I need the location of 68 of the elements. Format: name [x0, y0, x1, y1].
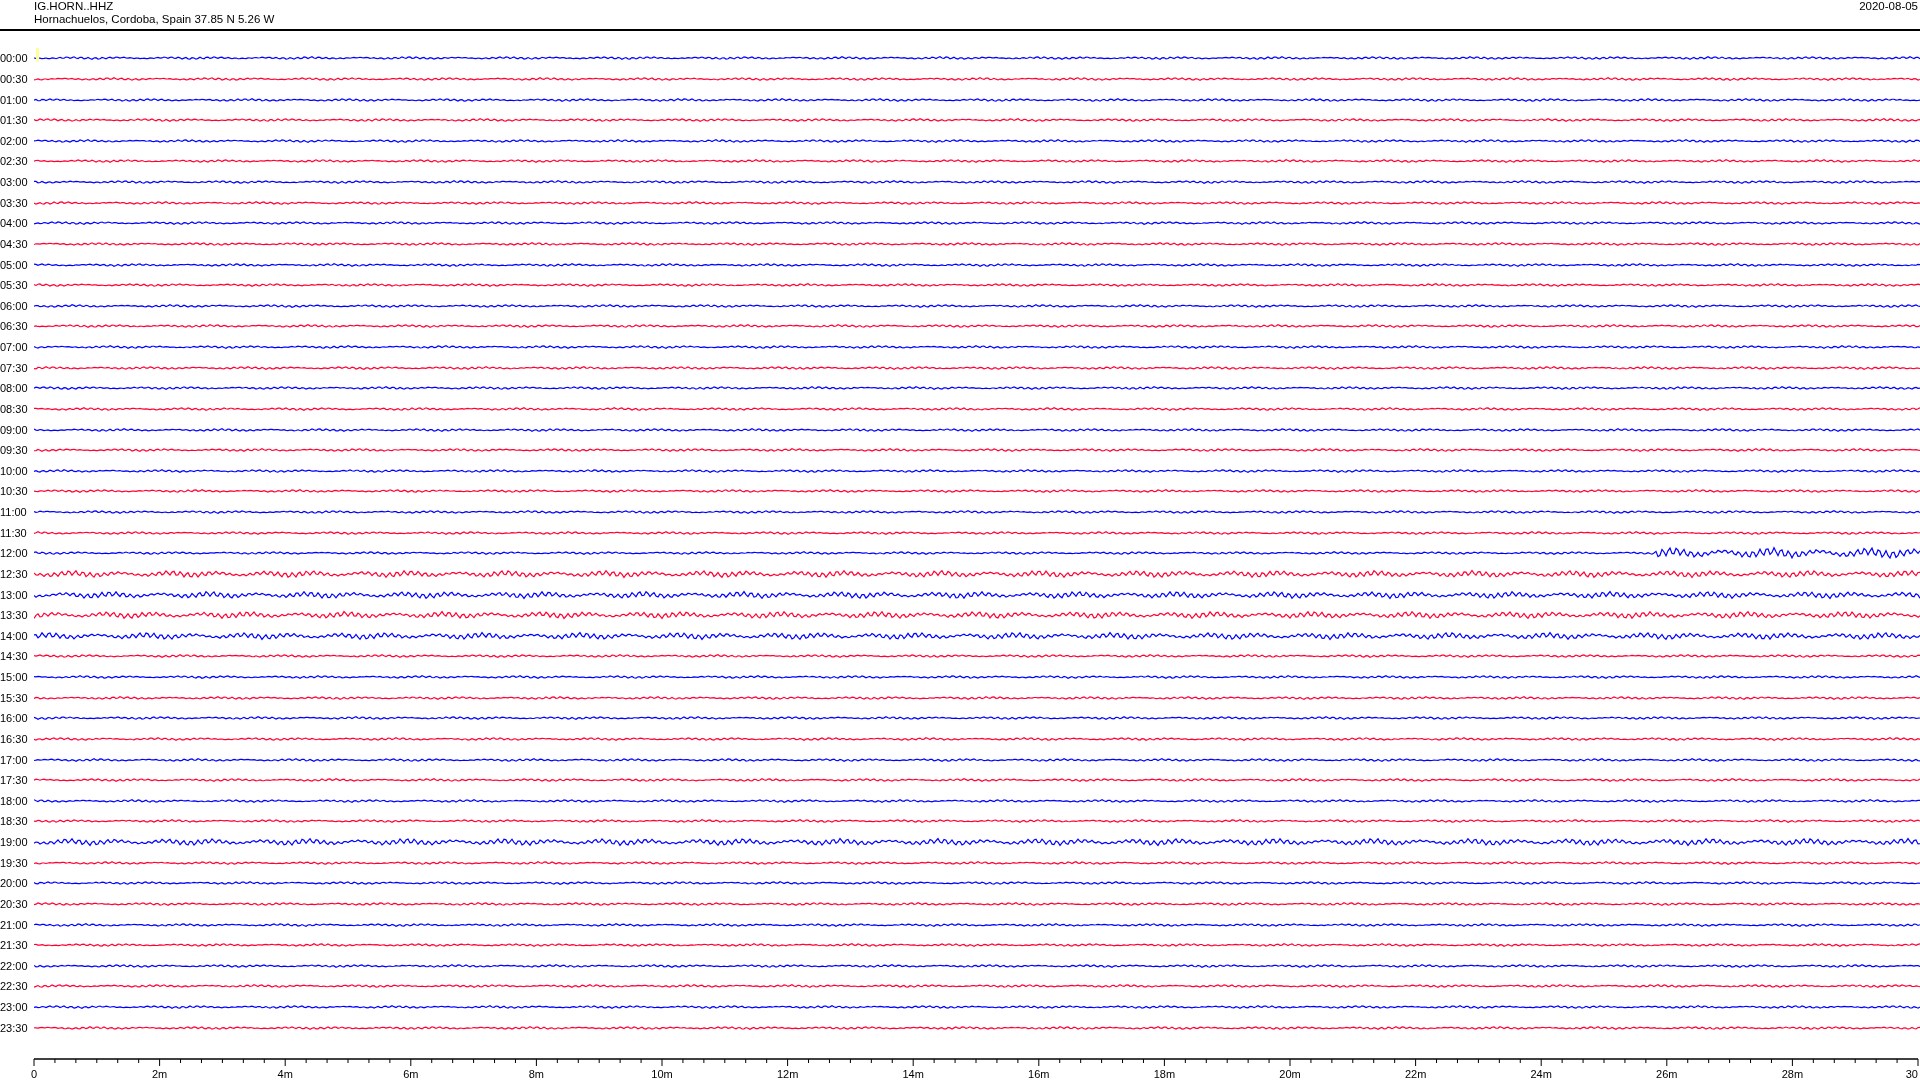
station-code: IG.HORN..HHZ	[34, 0, 115, 13]
time-label: 22:30	[0, 980, 29, 993]
time-label: 00:30	[0, 72, 29, 85]
axis-tick-label: 20m	[1279, 1068, 1301, 1080]
time-label: 09:30	[0, 444, 29, 457]
axis-tick-label: 18m	[1153, 1068, 1176, 1080]
time-label: 18:30	[0, 815, 29, 828]
date-label: 2020-08-05	[1859, 0, 1919, 14]
time-label: 23:30	[0, 1021, 29, 1034]
time-label: 08:30	[0, 402, 29, 415]
time-label: 16:30	[0, 732, 29, 745]
time-label: 10:30	[0, 485, 29, 498]
time-label: 02:00	[0, 134, 29, 147]
axis-tick-label: 14m	[902, 1068, 924, 1080]
time-label: 10:00	[0, 464, 29, 477]
time-label: 03:00	[0, 176, 29, 189]
axis-tick-label: 22m	[1404, 1068, 1427, 1080]
time-label: 09:00	[0, 423, 29, 436]
time-label: 13:30	[0, 609, 29, 622]
axis-tick-label: 4m	[277, 1068, 293, 1080]
axis-tick-label: 6m	[403, 1068, 419, 1080]
station-location: Hornachuelos, Cordoba, Spain 37.85 N 5.26 W	[34, 13, 275, 26]
time-label: 12:00	[0, 547, 29, 560]
start-marker	[36, 48, 39, 62]
time-label: 19:30	[0, 856, 29, 869]
time-label: 15:00	[0, 671, 29, 684]
time-label: 21:30	[0, 939, 29, 952]
time-label: 20:30	[0, 897, 29, 910]
time-label: 17:30	[0, 774, 29, 787]
time-label: 05:00	[0, 258, 29, 271]
time-label: 12:30	[0, 567, 29, 580]
time-label: 04:00	[0, 217, 29, 230]
time-label: 06:30	[0, 320, 29, 333]
time-label: 01:30	[0, 114, 29, 127]
time-label: 19:00	[0, 836, 29, 849]
time-label: 20:00	[0, 877, 29, 890]
time-label: 23:00	[0, 1001, 29, 1014]
time-label: 04:30	[0, 237, 29, 250]
time-label: 05:30	[0, 279, 29, 292]
axis-tick-label: 10m	[651, 1068, 673, 1080]
time-label: 13:00	[0, 588, 29, 601]
time-label: 06:00	[0, 299, 29, 312]
axis-tick-label: 12m	[776, 1068, 799, 1080]
axis-tick-label: 28m	[1781, 1068, 1804, 1080]
time-label: 22:00	[0, 959, 29, 972]
axis-tick-label: 24m	[1530, 1068, 1552, 1080]
time-label: 11:30	[0, 526, 28, 539]
time-label: 02:30	[0, 155, 29, 168]
time-label: 07:00	[0, 341, 29, 354]
time-label: 11:00	[0, 506, 28, 519]
time-label: 00:00	[0, 52, 29, 65]
axis-tick-label: 0	[30, 1068, 38, 1080]
axis-tick-label: 26m	[1656, 1068, 1678, 1080]
axis-tick-label: 16m	[1028, 1068, 1050, 1080]
axis-tick-label: 2m	[151, 1068, 168, 1080]
time-label: 21:00	[0, 918, 29, 931]
time-label: 08:00	[0, 382, 29, 395]
time-label: 14:00	[0, 629, 29, 642]
time-label: 17:00	[0, 753, 29, 766]
time-label: 07:30	[0, 361, 29, 374]
time-label: 14:30	[0, 650, 29, 663]
time-label: 16:00	[0, 712, 29, 725]
time-label: 18:00	[0, 794, 29, 807]
time-label: 03:30	[0, 196, 29, 209]
time-label: 01:00	[0, 93, 29, 106]
time-label: 15:30	[0, 691, 29, 704]
axis-tick-label: 8m	[528, 1068, 545, 1080]
axis-tick-label: 30	[1905, 1068, 1918, 1080]
